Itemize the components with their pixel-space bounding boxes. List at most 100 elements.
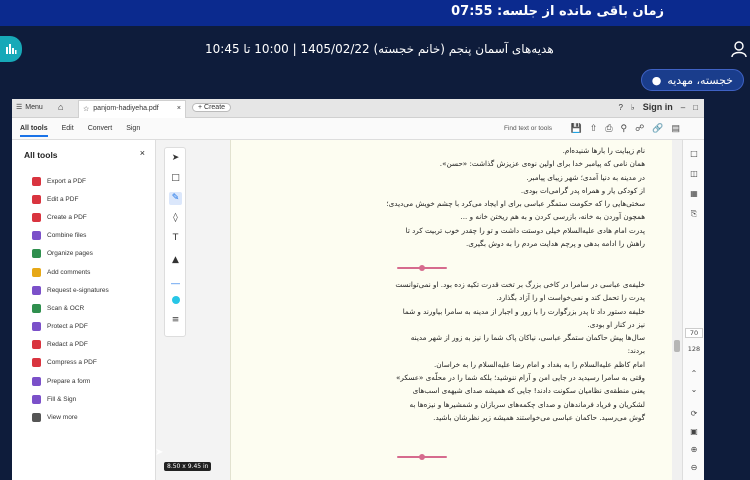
sign-in-button[interactable]: Sign in [643, 102, 673, 112]
menu-convert[interactable]: Convert [88, 125, 113, 137]
tool-item[interactable]: Combine files [32, 227, 109, 245]
bookmark-icon[interactable]: ◫ [688, 168, 700, 180]
tool-item[interactable]: Request e-signatures [32, 281, 109, 299]
upload-icon[interactable]: ⇧ [590, 123, 598, 134]
color-dot-icon[interactable] [169, 296, 182, 309]
pen-icon[interactable]: ✎ [169, 192, 182, 205]
tool-item[interactable]: View more [32, 408, 109, 426]
menu-button[interactable]: ☰ Menu [16, 103, 43, 112]
star-icon[interactable]: ☆ [83, 105, 89, 118]
share-icon[interactable]: ☍ [635, 123, 644, 134]
divider-ornament [397, 265, 447, 271]
pin-icon[interactable]: ― [169, 278, 182, 291]
tool-label: View more [47, 414, 78, 422]
help-icon[interactable]: ? [618, 103, 622, 112]
combine-icon [32, 231, 41, 241]
tool-label: Export a PDF [47, 177, 87, 185]
comment-icon [32, 267, 41, 277]
toolbar-icons: 💾 ⇧ ⎙ ⚲ ☍ 🔗 ▤ [571, 123, 680, 134]
tool-label: Prepare a form [47, 377, 91, 385]
stamp-icon[interactable]: ▲ [169, 254, 182, 267]
tool-item[interactable]: Edit a PDF [32, 190, 109, 208]
tool-label: Create a PDF [47, 213, 87, 221]
save-icon[interactable]: 💾 [571, 123, 582, 134]
fillsign-icon [32, 394, 41, 404]
user-icon[interactable] [730, 40, 748, 58]
tool-item[interactable]: Add comments [32, 263, 109, 281]
annotation-toolbar: ➤ □ ✎ ◊ T ▲ ― ≡ [164, 147, 186, 337]
page-down-icon[interactable]: ⌄ [688, 384, 700, 396]
menu-label: Menu [25, 103, 43, 111]
tool-label: Fill & Sign [47, 395, 77, 403]
menu-all-tools[interactable]: All tools [20, 125, 48, 137]
tool-item[interactable]: Prepare a form [32, 372, 109, 390]
divider-ornament [397, 454, 447, 460]
text-line: همچون آوردن به خانه، بازرسی کردن و به هم… [460, 212, 645, 222]
panel-icon[interactable]: ▤ [671, 123, 680, 134]
tool-label: Add comments [47, 268, 91, 276]
page-number-field[interactable]: 70 [685, 328, 703, 338]
more-tools-icon[interactable]: ≡ [169, 314, 182, 327]
find-text-search[interactable]: Find text or tools [504, 125, 552, 132]
text-line: همان نامی که پیامبر خدا برای اولین نوه‌ی… [439, 159, 645, 169]
tool-label: Redact a PDF [47, 341, 88, 349]
zoom-in-icon[interactable]: ⊕ [688, 444, 700, 456]
tool-item[interactable]: Scan & OCR [32, 299, 109, 317]
maximize-icon[interactable]: □ [693, 103, 698, 112]
zoom-out-icon[interactable]: ⊖ [688, 462, 700, 474]
rotate-icon[interactable]: ⟳ [688, 408, 700, 420]
page-total: 128 [687, 345, 701, 353]
search-icon[interactable]: ⚲ [621, 123, 628, 134]
scan-icon [32, 303, 41, 313]
text-line: در مدینه به دنیا آمدی؛ شهر زیبای پیامبر. [526, 172, 645, 182]
minimize-icon[interactable]: – [681, 103, 685, 112]
document-tab[interactable]: ☆ panjom-hadiyeha.pdf × [78, 100, 186, 118]
viewer-tab-bar: ☰ Menu ⌂ ☆ panjom-hadiyeha.pdf × + Creat… [12, 99, 704, 118]
menu-sign[interactable]: Sign [126, 125, 140, 137]
tool-item[interactable]: Organize pages [32, 245, 109, 263]
text-line: یعنی منطقه‌ی نظامیان سکونت دادند! جایی ک… [412, 386, 645, 396]
current-user-badge[interactable]: خجسته، مهدیه ● [640, 69, 744, 91]
comment-icon[interactable]: □ [169, 172, 182, 185]
more-icon [32, 413, 41, 423]
comments-panel-icon[interactable]: □ [688, 148, 700, 160]
scroll-thumb[interactable] [674, 340, 680, 352]
select-arrow-icon[interactable]: ➤ [169, 152, 182, 165]
create-button[interactable]: + Create [192, 103, 232, 112]
tool-item[interactable]: Redact a PDF [32, 336, 109, 354]
bell-icon[interactable]: ♭ [631, 103, 635, 112]
protect-icon [32, 322, 41, 332]
edit-icon [32, 194, 41, 204]
fit-page-icon[interactable]: ▣ [688, 426, 700, 438]
link-icon[interactable]: 🔗 [652, 123, 663, 134]
viewer-toolbar: All tools Edit Convert Sign Find text or… [12, 118, 704, 140]
text-line: پدرت امام هادی علیه‌السلام خیلی دوستت دا… [405, 225, 645, 235]
page-up-icon[interactable]: ⌃ [688, 368, 700, 380]
thumbnails-icon[interactable]: ▦ [688, 188, 700, 200]
text-line: پدرت را تحمل کند و نمی‌خواست او را آزاد … [496, 293, 645, 303]
organize-icon [32, 249, 41, 259]
eraser-icon[interactable]: ◊ [169, 212, 182, 225]
home-icon[interactable]: ⌂ [58, 102, 63, 112]
tool-label: Scan & OCR [47, 304, 85, 312]
tool-label: Compress a PDF [47, 359, 97, 367]
paragraph-1: نام زیبایت را بارها شنیده‌ام. همان نامی ک… [245, 144, 645, 250]
attachments-icon[interactable]: ⎘ [688, 208, 700, 220]
tool-item[interactable]: Fill & Sign [32, 390, 109, 408]
compress-icon [32, 358, 41, 368]
print-icon[interactable]: ⎙ [605, 123, 612, 134]
tool-item[interactable]: Compress a PDF [32, 354, 109, 372]
audio-level-icon[interactable] [0, 36, 22, 62]
text-line: خلیفه‌ی عباسی در سامرا در کاخی بزرگ بر ت… [395, 280, 645, 289]
text-box-icon[interactable]: T [169, 232, 182, 245]
tool-item[interactable]: Protect a PDF [32, 318, 109, 336]
tool-item[interactable]: Export a PDF [32, 172, 109, 190]
text-line: نیز در کنار او بودی. [587, 319, 646, 329]
vertical-scrollbar[interactable] [672, 140, 682, 480]
window-controls: ? ♭ Sign in – □ [618, 102, 698, 112]
close-panel-icon[interactable]: × [140, 148, 145, 158]
user-badge-label: خجسته، مهدیه [667, 73, 733, 87]
menu-edit[interactable]: Edit [62, 125, 74, 137]
close-tab-icon[interactable]: × [177, 105, 181, 118]
tool-item[interactable]: Create a PDF [32, 208, 109, 226]
